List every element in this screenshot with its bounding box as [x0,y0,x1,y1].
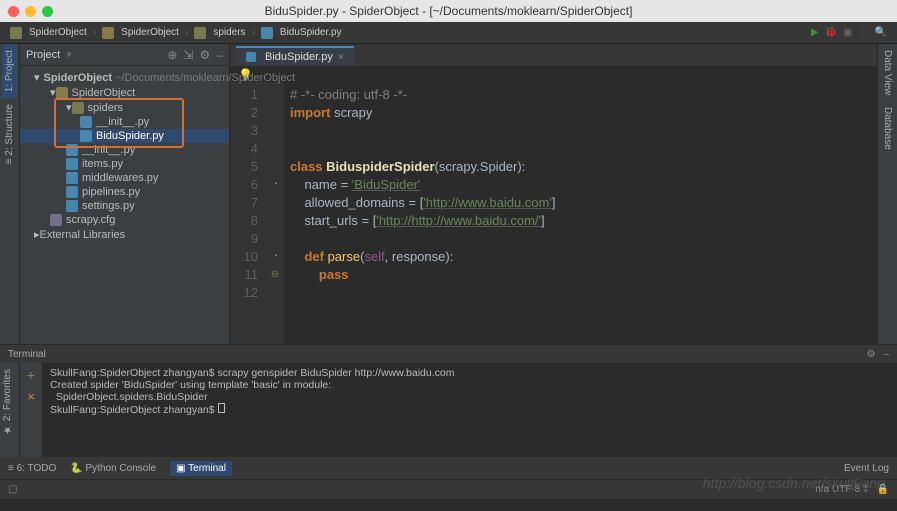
left-tab-project[interactable]: 1: Project [2,44,17,98]
crumb-package[interactable]: SpiderObject [102,27,179,39]
terminal-panel: Terminal ⚙ ‒ ★ 2: Favorites + × SkullFang… [0,344,897,457]
run-icon[interactable]: ▶ [811,27,819,38]
close-icon[interactable]: × [338,52,344,63]
right-tab-dataview[interactable]: Data View [880,44,895,101]
chevron-right-icon: › [93,27,96,38]
tree-pipelines[interactable]: pipelines.py [20,185,229,199]
project-tool-window: Project ▾ ⊕ ⇲ ⚙ ‒ ▾ SpiderObject ~/Docum… [20,44,230,344]
mac-titlebar: BiduSpider.py - SpiderObject - [~/Docume… [0,0,897,22]
intention-bulb-icon[interactable]: 💡 [230,66,877,82]
new-session-icon[interactable]: + [27,367,35,383]
status-left-icon[interactable]: ▢ [8,484,17,495]
project-tree[interactable]: ▾ SpiderObject ~/Documents/moklearn/Spid… [20,66,229,246]
event-log[interactable]: Event Log [844,463,889,474]
more-icon[interactable]: ⋯ [859,27,869,38]
btn-todo[interactable]: ≡ 6: TODO [8,463,56,474]
gear-icon[interactable]: ⚙ [866,349,875,360]
btn-terminal[interactable]: ▣ Terminal [170,461,232,476]
expand-icon[interactable]: ⇲ [183,48,193,62]
tree-cfg[interactable]: scrapy.cfg [20,213,229,227]
tree-items[interactable]: items.py [20,157,229,171]
breadcrumb-bar: SpiderObject › SpiderObject › spiders › … [0,22,897,44]
watermark-text: http://blog.csdn.net/skullFang [703,475,885,491]
tab-biduspider[interactable]: BiduSpider.py× [236,46,354,66]
chevron-right-icon: › [185,27,188,38]
minimize-dot[interactable] [25,6,36,17]
line-gutter: 123 456 789 101112 [230,82,266,344]
debug-icon[interactable]: 🐞 [825,27,837,38]
project-title: Project [26,49,60,61]
close-session-icon[interactable]: × [27,389,35,404]
run-arrow-icon[interactable]: ▣ [843,27,852,38]
crumb-file[interactable]: BiduSpider.py [261,27,342,39]
left-tool-gutter: 1: Project ≡ 2: Structure [0,44,20,344]
search-icon[interactable]: 🔍 [875,27,887,38]
right-tab-database[interactable]: Database [880,101,895,156]
crumb-project[interactable]: SpiderObject [10,27,87,39]
tree-external[interactable]: ▸ External Libraries [20,227,229,242]
crumb-folder[interactable]: spiders [194,27,245,39]
tree-middlewares[interactable]: middlewares.py [20,171,229,185]
terminal-side-toolbar: + × [20,363,42,457]
hide-icon[interactable]: ‒ [883,349,889,360]
tree-root[interactable]: ▾ SpiderObject ~/Documents/moklearn/Spid… [20,70,229,85]
left-tab-favorites[interactable]: ★ 2: Favorites [0,363,15,441]
highlight-annotation [54,98,184,148]
editor-area: BiduSpider.py× 💡 123 456 789 101112 ◔ ◔⊖… [230,44,877,344]
right-tool-gutter: Data View Database [877,44,897,344]
terminal-output[interactable]: SkullFang:SpiderObject zhangyan$ scrapy … [42,363,462,457]
tree-settings[interactable]: settings.py [20,199,229,213]
hide-icon[interactable]: ‒ [216,48,223,62]
left-tab-structure[interactable]: ≡ 2: Structure [2,98,17,170]
terminal-title: Terminal [8,349,46,360]
code-text[interactable]: # -*- coding: utf-8 -*- import scrapy cl… [284,82,559,344]
window-title: BiduSpider.py - SpiderObject - [~/Docume… [265,4,633,18]
close-dot[interactable] [8,6,19,17]
editor-tabs: BiduSpider.py× [230,44,877,66]
gutter-icons: ◔ ◔⊖ [266,82,284,344]
chevron-right-icon: › [252,27,255,38]
zoom-dot[interactable] [42,6,53,17]
gear-icon[interactable]: ⚙ [200,48,211,62]
collapse-icon[interactable]: ⊕ [167,48,177,62]
left-tool-gutter-lower: ★ 2: Favorites [0,363,20,457]
btn-python-console[interactable]: 🐍 Python Console [70,463,156,474]
terminal-cursor [218,403,225,413]
